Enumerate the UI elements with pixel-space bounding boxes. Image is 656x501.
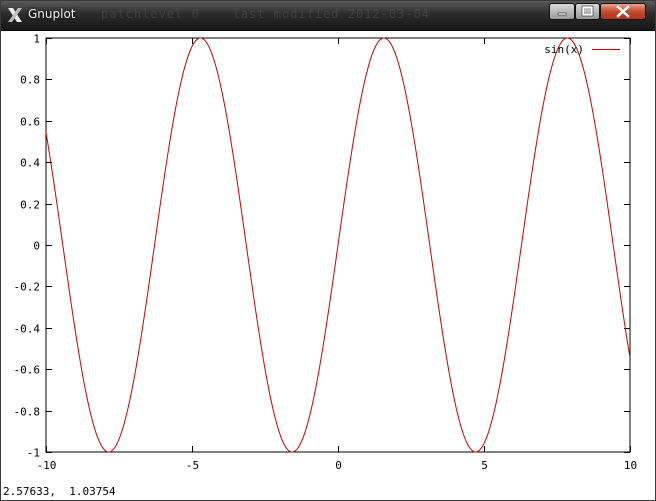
- window-title-ghost: patchlevel 0 last modified 2012-03-04: [101, 7, 430, 21]
- sin-chart[interactable]: -1 -0.8 -0.6 -0.4 -0.2 0 0.2 0.4 0.6 0.8 1 -10 -5 0 5 1…: [1, 31, 655, 497]
- title-bar[interactable]: Gnuplot patchlevel 0 last modified 2012-…: [1, 1, 655, 31]
- y-tick-label: 0.2: [20, 199, 40, 212]
- x-tick-label: 10: [624, 459, 637, 472]
- close-icon: [616, 5, 630, 18]
- x-tick-label: -5: [186, 459, 199, 472]
- x-tick-label: 0: [335, 459, 342, 472]
- plot-canvas[interactable]: -1 -0.8 -0.6 -0.4 -0.2 0 0.2 0.4 0.6 0.8 1 -10 -5 0 5 1…: [1, 31, 655, 497]
- mouse-coordinates-readout: 2.57633, 1.03754: [3, 485, 116, 498]
- window-title: Gnuplot: [28, 7, 76, 21]
- minimize-icon: [557, 12, 567, 16]
- y-tick-label: 1: [33, 33, 40, 46]
- y-tick-label: -0.6: [14, 364, 41, 377]
- y-tick-label: 0.8: [20, 74, 40, 87]
- x-logo-icon: [8, 8, 22, 22]
- x-tick-label: 5: [481, 459, 488, 472]
- y-tick-label: -0.4: [14, 323, 41, 336]
- legend-label: sin(x): [544, 43, 584, 56]
- y-tick-label: -0.8: [14, 406, 41, 419]
- x-tick-label: -10: [37, 459, 57, 472]
- y-tick-label: -0.2: [14, 281, 41, 294]
- series-line-sin-x: [45, 37, 631, 453]
- y-tick-label: 0.4: [20, 157, 40, 170]
- maximize-icon: [581, 5, 594, 17]
- y-tick-label: 0: [33, 240, 40, 253]
- minimize-button[interactable]: [549, 3, 575, 20]
- close-button[interactable]: [600, 3, 646, 20]
- maximize-button[interactable]: [575, 3, 600, 20]
- y-tick-label: -1: [27, 447, 40, 460]
- gnuplot-window: Gnuplot patchlevel 0 last modified 2012-…: [0, 0, 656, 501]
- y-tick-label: 0.6: [20, 116, 40, 129]
